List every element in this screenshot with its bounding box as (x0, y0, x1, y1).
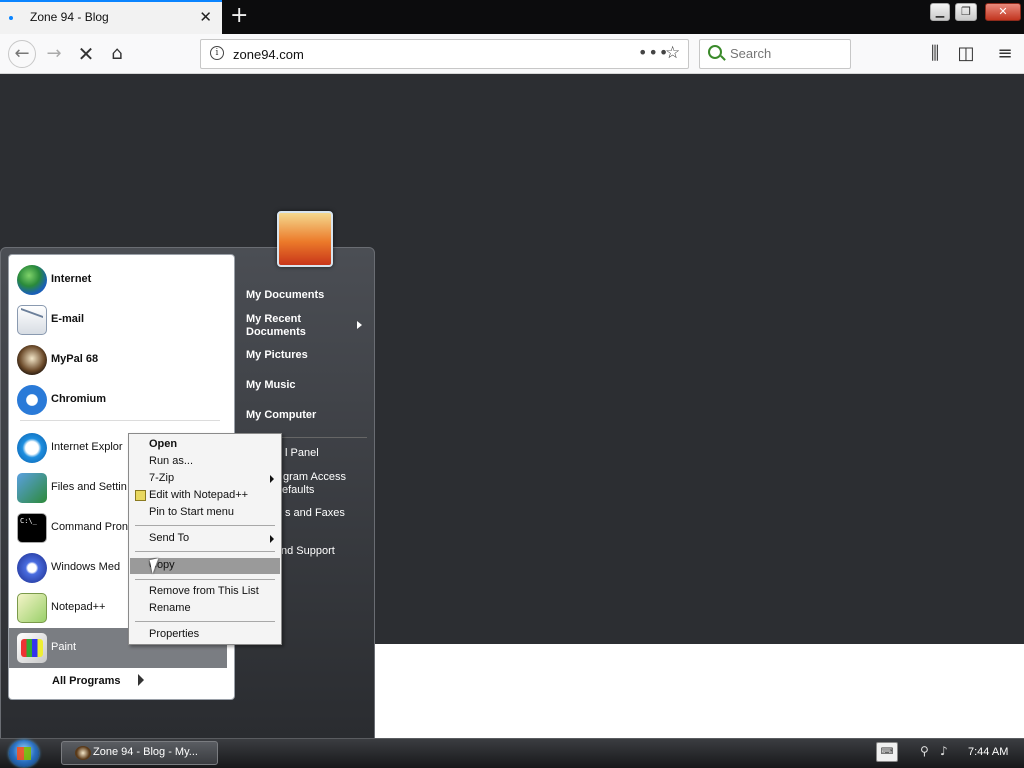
submenu-arrow-icon (270, 535, 274, 543)
url-text[interactable]: zone94.com (233, 47, 304, 62)
program-label: E-mail (51, 313, 85, 325)
minimize-button[interactable]: ▁ (930, 3, 950, 21)
search-input[interactable] (730, 46, 845, 61)
menu-item-run-as[interactable]: Run as... (130, 454, 280, 470)
link-my-pictures[interactable]: My Pictures (246, 349, 308, 361)
tab-bar: Zone 94 - Blog ✕ + ▁ ❐ ✕ (0, 0, 1024, 34)
link-control-panel[interactable]: l Panel (285, 447, 319, 459)
url-bar[interactable]: i zone94.com ••• ☆ (200, 39, 689, 69)
navigation-toolbar: ← → ✕ ⌂ i zone94.com ••• ☆ ⫼ ◫ ≡ (0, 34, 1024, 74)
chromium-icon (17, 385, 47, 415)
stop-icon[interactable]: ✕ (74, 42, 98, 66)
page-content-area (375, 644, 1024, 740)
close-window-button[interactable]: ✕ (985, 3, 1021, 21)
tab-close-icon[interactable]: ✕ (199, 8, 212, 26)
program-label: Windows Med (51, 561, 121, 573)
user-picture[interactable] (277, 211, 333, 267)
menu-item-label: Send To (149, 532, 190, 544)
library-icon[interactable]: ⫼ (923, 42, 947, 66)
menu-item-label: Properties (149, 628, 200, 640)
context-menu: Open Run as... 7-Zip Edit with Notepad++… (128, 433, 282, 645)
forward-icon[interactable]: → (42, 42, 66, 66)
program-label: Internet Explor (51, 441, 123, 453)
menu-item-label: Remove from This List (149, 585, 259, 597)
back-icon[interactable]: ← (8, 40, 36, 68)
taskbar-window-button[interactable]: Zone 94 - Blog - My... (61, 741, 218, 765)
menu-icon[interactable]: ≡ (993, 42, 1017, 66)
globe-icon (17, 265, 47, 295)
cmd-icon: C:\_ (17, 513, 47, 543)
menu-item-rename[interactable]: Rename (130, 601, 280, 617)
link-my-music[interactable]: My Music (246, 379, 296, 391)
menu-item-pin-start[interactable]: Pin to Start menu (130, 505, 280, 521)
notepadpp-icon (17, 593, 47, 623)
menu-separator (135, 551, 275, 552)
chevron-right-icon (138, 674, 144, 686)
tab-title: Zone 94 - Blog (30, 10, 109, 24)
all-programs-button[interactable]: All Programs (10, 668, 228, 696)
keyboard-icon[interactable]: ⌨ (876, 742, 898, 762)
menu-item-edit-notepadpp[interactable]: Edit with Notepad++ (130, 488, 280, 504)
taskbar-window-label: Zone 94 - Blog - My... (93, 746, 198, 758)
menu-item-label: Rename (149, 602, 191, 614)
link-my-documents[interactable]: My Documents (246, 289, 324, 301)
volume-icon[interactable]: ♪ (940, 744, 956, 760)
program-item-internet[interactable]: Internet (9, 260, 227, 300)
menu-item-label: 7-Zip (149, 472, 175, 484)
menu-separator (135, 525, 275, 526)
program-label: Internet (51, 273, 92, 285)
mypal-icon (75, 746, 91, 760)
menu-item-label: Edit with Notepad++ (149, 489, 249, 501)
paint-icon (17, 633, 47, 663)
submenu-arrow-icon (270, 475, 274, 483)
tab-zone94[interactable]: Zone 94 - Blog ✕ (0, 0, 222, 34)
files-settings-icon (17, 473, 47, 503)
menu-item-open[interactable]: Open (130, 437, 280, 453)
menu-separator (135, 579, 275, 580)
home-icon[interactable]: ⌂ (105, 42, 129, 66)
menu-item-remove-from-list[interactable]: Remove from This List (130, 584, 280, 600)
program-label: Paint (51, 641, 77, 653)
link-help-support[interactable]: nd Support (281, 545, 335, 557)
notepadpp-icon (135, 490, 146, 501)
program-label: MyPal 68 (51, 353, 99, 365)
ie-icon (17, 433, 47, 463)
sidebar-icon[interactable]: ◫ (954, 42, 978, 66)
link-program-defaults[interactable]: efaults (282, 484, 314, 496)
link-printers-faxes[interactable]: s and Faxes (285, 507, 345, 519)
new-tab-button[interactable]: + (230, 3, 248, 29)
menu-item-label: Open (149, 438, 178, 450)
mypal-icon (17, 345, 47, 375)
search-icon (708, 45, 722, 59)
program-item-chromium[interactable]: Chromium (9, 380, 227, 420)
all-programs-label: All Programs (52, 675, 121, 687)
search-box[interactable] (699, 39, 851, 69)
menu-item-7zip[interactable]: 7-Zip (130, 471, 280, 487)
menu-item-label: Pin to Start menu (149, 506, 234, 518)
menu-separator (135, 621, 275, 622)
tab-loading-indicator (9, 16, 13, 20)
program-item-email[interactable]: E-mail (9, 300, 227, 340)
bookmark-star-icon[interactable]: ☆ (665, 43, 680, 63)
program-label: Notepad++ (51, 601, 106, 613)
program-label: Chromium (51, 393, 106, 405)
maximize-button[interactable]: ❐ (955, 3, 977, 21)
site-info-icon[interactable]: i (210, 46, 224, 60)
menu-item-send-to[interactable]: Send To (130, 531, 280, 547)
link-my-recent-documents[interactable]: My Recent Documents (246, 313, 346, 339)
link-program-access[interactable]: gram Access (283, 471, 346, 483)
submenu-arrow-icon (357, 321, 362, 329)
program-item-mypal[interactable]: MyPal 68 (9, 340, 227, 380)
media-player-icon (17, 553, 47, 583)
start-button[interactable] (9, 740, 39, 767)
network-icon[interactable]: ⚲ (920, 744, 938, 760)
menu-item-label: Run as... (149, 455, 194, 467)
programs-divider (20, 420, 220, 421)
menu-item-properties[interactable]: Properties (130, 627, 280, 643)
clock[interactable]: 7:44 AM (968, 746, 1008, 758)
program-label: Command Pron (51, 521, 129, 533)
link-my-computer[interactable]: My Computer (246, 409, 316, 421)
mail-icon (17, 305, 47, 335)
program-label: Files and Settin (51, 481, 127, 493)
